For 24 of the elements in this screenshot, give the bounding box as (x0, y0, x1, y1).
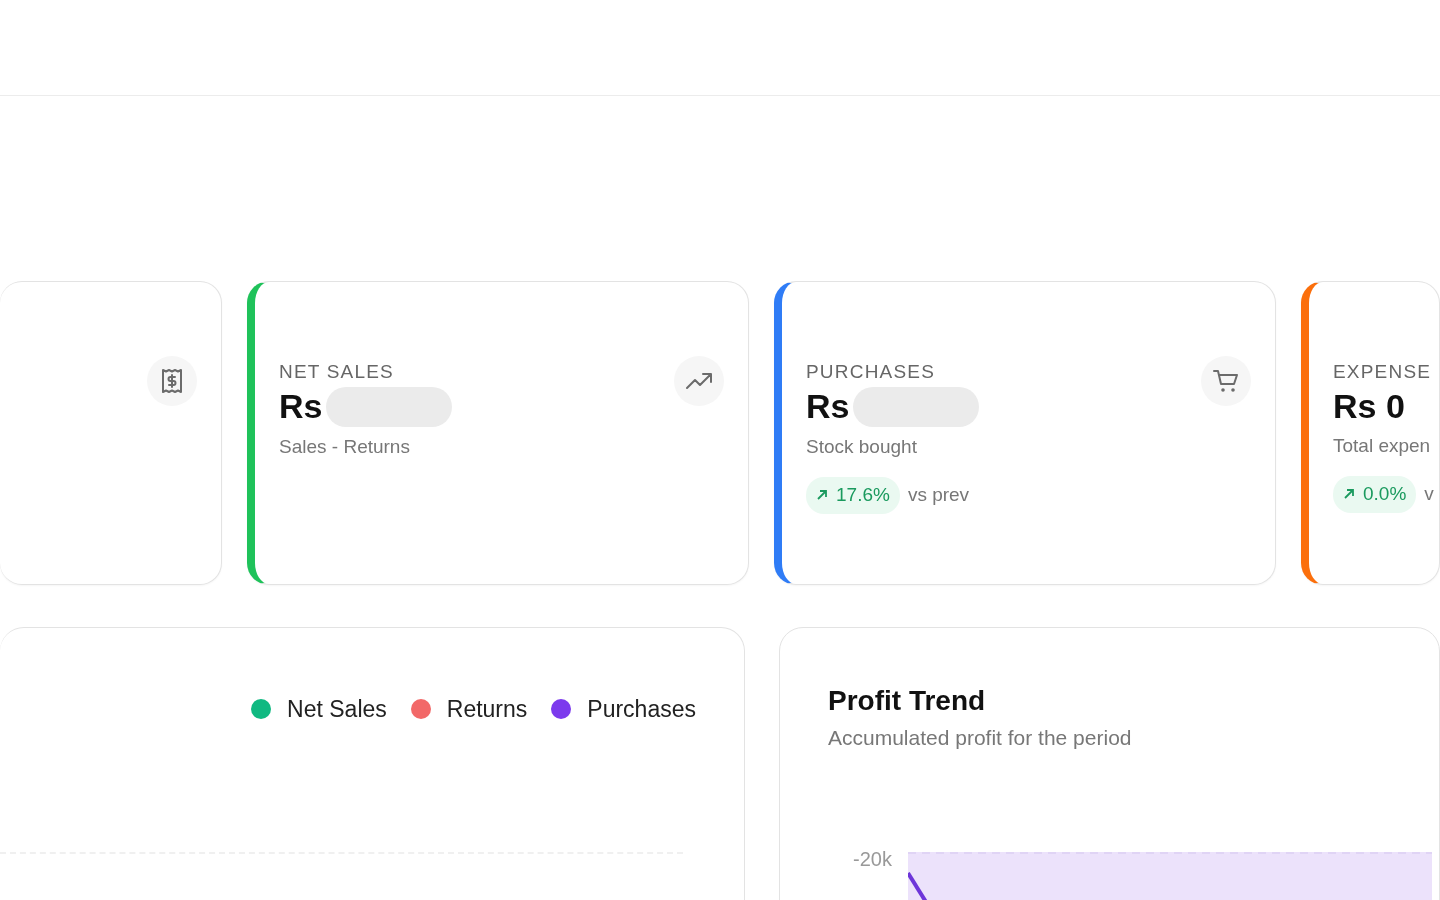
legend-label: Purchases (587, 695, 696, 724)
card-value: Rs 0 (1333, 386, 1405, 426)
trend-up-icon (685, 372, 713, 390)
cart-icon (1212, 368, 1240, 394)
card-note: Total expen (1333, 433, 1432, 458)
card-label: PURCHASES (806, 360, 937, 384)
arrow-up-right-icon (1343, 488, 1355, 501)
card-value: Rs (806, 386, 850, 427)
panel-subtitle: Accumulated profit for the period (828, 725, 1133, 751)
card-note: Sales - Returns (279, 434, 411, 459)
legend-label: Returns (446, 695, 528, 724)
panel-title: Profit Trend (828, 684, 987, 718)
legend-label: Net Sales (287, 695, 387, 724)
change-badge: 17.6% (806, 477, 900, 514)
comparison-text: vs prev (907, 483, 970, 507)
comparison-text: v (1424, 482, 1434, 507)
card-label: EXPENSE (1333, 360, 1433, 384)
card-note: Stock bought (806, 434, 918, 459)
card-label: NET SALES (279, 360, 395, 384)
change-badge: 0.0% (1333, 476, 1417, 513)
receipt-dollar-icon (160, 368, 184, 394)
card-value: Rs (279, 386, 323, 427)
arrow-up-right-icon (816, 489, 828, 502)
axis-tick-label: -20k (853, 846, 892, 872)
